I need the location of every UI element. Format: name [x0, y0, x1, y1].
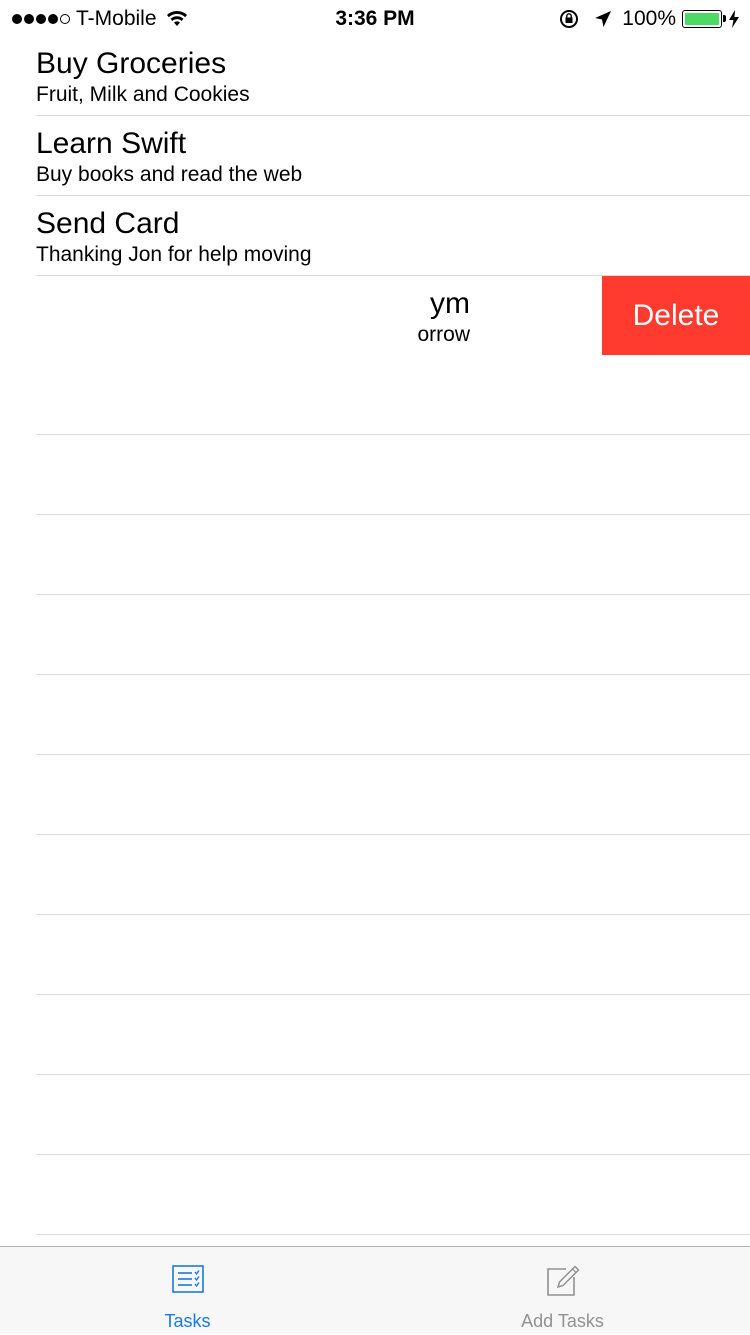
task-row[interactable]: Send Card Thanking Jon for help moving: [36, 196, 750, 276]
location-arrow-icon: [595, 11, 612, 27]
task-subtitle: Fruit, Milk and Cookies: [36, 83, 250, 106]
task-title: Buy Groceries: [36, 47, 227, 80]
empty-row: [36, 355, 750, 435]
delete-button[interactable]: Delete: [602, 276, 750, 355]
empty-row: [36, 675, 750, 755]
task-subtitle: Buy books and read the web: [36, 163, 303, 186]
compose-icon: [546, 1265, 580, 1296]
tab-label: Add Tasks: [521, 1311, 604, 1331]
tab-tasks[interactable]: Tasks: [0, 1247, 375, 1335]
task-row-content[interactable]: ym orrow: [0, 276, 470, 355]
tab-label: Tasks: [164, 1311, 211, 1331]
empty-row: [36, 435, 750, 515]
empty-row: [36, 835, 750, 915]
task-row-swiped[interactable]: ym orrow Delete: [0, 276, 750, 355]
battery-percentage: 100%: [622, 7, 676, 30]
status-bar: T-Mobile 3:36 PM 100%: [0, 0, 750, 40]
task-title: Send Card: [36, 207, 180, 240]
empty-row: [36, 1155, 750, 1235]
task-list[interactable]: Buy Groceries Fruit, Milk and Cookies Le…: [0, 36, 750, 1235]
empty-row: [36, 515, 750, 595]
task-title: Learn Swift: [36, 127, 187, 160]
task-row[interactable]: Learn Swift Buy books and read the web: [36, 116, 750, 196]
task-subtitle: orrow: [417, 323, 470, 346]
orientation-lock-icon: [560, 10, 579, 28]
tab-add-tasks[interactable]: Add Tasks: [375, 1247, 750, 1335]
task-row[interactable]: Buy Groceries Fruit, Milk and Cookies: [36, 36, 750, 116]
empty-row: [36, 755, 750, 835]
task-subtitle: Thanking Jon for help moving: [36, 243, 312, 266]
empty-row: [36, 915, 750, 995]
task-title: ym: [430, 287, 470, 320]
status-right: 100%: [558, 7, 740, 31]
task-list-icon: [171, 1265, 204, 1293]
charging-bolt-icon: [729, 10, 739, 28]
tab-bar: Tasks Add Tasks: [0, 1246, 750, 1334]
empty-row: [36, 595, 750, 675]
empty-row: [36, 995, 750, 1075]
empty-row: [36, 1075, 750, 1155]
battery-icon: [682, 10, 726, 28]
